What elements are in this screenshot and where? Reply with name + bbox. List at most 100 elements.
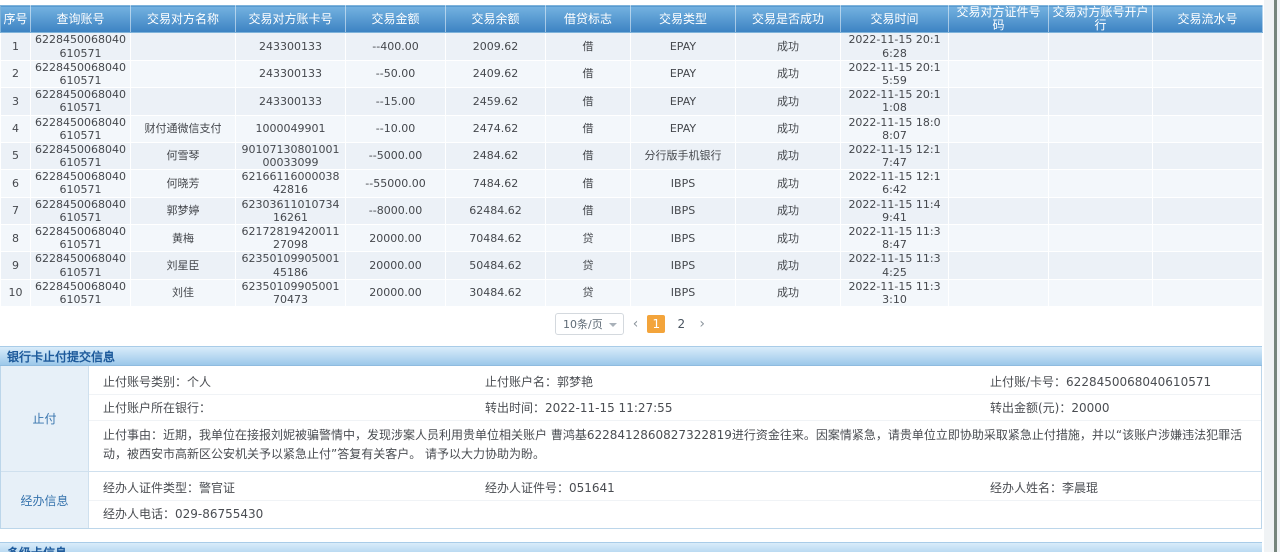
page-1-button[interactable]: 1	[647, 315, 665, 333]
table-cell: 30484.62	[446, 279, 546, 306]
stop-payment-group-label: 止付	[1, 366, 89, 471]
table-cell: 2022-11-15 11:34:25	[841, 252, 949, 279]
table-cell	[1049, 225, 1153, 252]
table-cell: 243300133	[236, 60, 346, 87]
table-cell: 何晓芳	[131, 170, 236, 197]
table-cell: 借	[546, 115, 631, 142]
table-cell	[949, 142, 1049, 169]
table-cell: 成功	[736, 115, 841, 142]
table-cell: 6228450068040610571	[31, 115, 131, 142]
table-cell	[1153, 252, 1263, 279]
table-cell	[1153, 33, 1263, 60]
table-cell: EPAY	[631, 60, 736, 87]
table-cell: 243300133	[236, 88, 346, 115]
table-row[interactable]: 66228450068040610571何晓芳62166116000038428…	[1, 170, 1263, 197]
table-cell: 贷	[546, 252, 631, 279]
stop-payment-page: 序号查询账号交易对方名称交易对方账卡号交易金额交易余额借贷标志交易类型交易是否成…	[0, 0, 1280, 552]
field-account-name: 止付账户名：郭梦艳	[485, 373, 990, 390]
field-bank: 止付账户所在银行：	[103, 399, 485, 416]
table-row[interactable]: 26228450068040610571243300133--50.002409…	[1, 60, 1263, 87]
table-cell	[1153, 142, 1263, 169]
page-size-label: 10条/页	[563, 318, 603, 331]
table-row[interactable]: 86228450068040610571黄梅621728194200112709…	[1, 225, 1263, 252]
table-cell: 4	[1, 115, 31, 142]
right-scrollbar-gutter[interactable]	[1264, 0, 1280, 552]
table-row[interactable]: 76228450068040610571郭梦婷62303611010734162…	[1, 197, 1263, 224]
table-cell	[949, 115, 1049, 142]
table-cell: 借	[546, 33, 631, 60]
table-cell: 2	[1, 60, 31, 87]
table-row[interactable]: 46228450068040610571财付通微信支付1000049901--1…	[1, 115, 1263, 142]
field-transfer-amount: 转出金额(元)：20000	[990, 399, 1261, 416]
table-cell: 9	[1, 252, 31, 279]
table-cell: 2022-11-15 12:17:47	[841, 142, 949, 169]
table-cell	[1153, 197, 1263, 224]
table-cell: 20000.00	[346, 279, 446, 306]
table-cell	[1049, 252, 1153, 279]
table-cell: 8	[1, 225, 31, 252]
table-cell: --15.00	[346, 88, 446, 115]
table-cell: 3	[1, 88, 31, 115]
table-cell: 成功	[736, 279, 841, 306]
table-cell: 2022-11-15 18:08:07	[841, 115, 949, 142]
table-cell: 6228450068040610571	[31, 197, 131, 224]
table-cell: 2474.62	[446, 115, 546, 142]
table-cell: 2459.62	[446, 88, 546, 115]
column-header: 交易时间	[841, 6, 949, 33]
table-cell: 何雪琴	[131, 142, 236, 169]
column-header: 交易余额	[446, 6, 546, 33]
table-cell	[949, 252, 1049, 279]
prev-page-button[interactable]: ‹	[631, 316, 641, 332]
table-cell	[1049, 88, 1153, 115]
table-row[interactable]: 16228450068040610571243300133--400.00200…	[1, 33, 1263, 60]
multilevel-section-title: 多级卡信息	[0, 542, 1262, 552]
column-header: 序号	[1, 6, 31, 33]
table-row[interactable]: 56228450068040610571何雪琴90107130801001000…	[1, 142, 1263, 169]
table-cell: 6228450068040610571	[31, 60, 131, 87]
table-cell	[1153, 279, 1263, 306]
table-cell: 1000049901	[236, 115, 346, 142]
table-cell	[1049, 279, 1153, 306]
table-cell: 刘佳	[131, 279, 236, 306]
page-2-button[interactable]: 2	[672, 315, 690, 333]
table-cell: EPAY	[631, 115, 736, 142]
next-page-button[interactable]: ›	[697, 316, 707, 332]
table-cell: 6228450068040610571	[31, 279, 131, 306]
table-cell: 2022-11-15 20:11:08	[841, 88, 949, 115]
table-cell: IBPS	[631, 225, 736, 252]
table-cell: 2022-11-15 11:49:41	[841, 197, 949, 224]
table-cell	[949, 225, 1049, 252]
table-cell: 刘星臣	[131, 252, 236, 279]
table-cell: --8000.00	[346, 197, 446, 224]
table-cell: 成功	[736, 33, 841, 60]
table-cell	[949, 88, 1049, 115]
table-cell	[1049, 115, 1153, 142]
table-cell: 2022-11-15 20:16:28	[841, 33, 949, 60]
table-cell	[949, 279, 1049, 306]
table-row[interactable]: 106228450068040610571刘佳62350109905001704…	[1, 279, 1263, 306]
table-row[interactable]: 96228450068040610571刘星臣62350109905001451…	[1, 252, 1263, 279]
screen-edge-line	[1274, 0, 1277, 552]
column-header: 查询账号	[31, 6, 131, 33]
table-cell: 成功	[736, 142, 841, 169]
field-operator-phone: 经办人电话：029-86755430	[103, 505, 485, 522]
column-header: 交易对方账卡号	[236, 6, 346, 33]
table-cell: 成功	[736, 197, 841, 224]
table-cell: EPAY	[631, 33, 736, 60]
table-cell: 6228450068040610571	[31, 225, 131, 252]
column-header: 交易流水号	[1153, 6, 1263, 33]
table-row[interactable]: 36228450068040610571243300133--15.002459…	[1, 88, 1263, 115]
field-account-type: 止付账号类别：个人	[103, 373, 485, 390]
table-cell: 2409.62	[446, 60, 546, 87]
table-cell: EPAY	[631, 88, 736, 115]
table-cell: 10	[1, 279, 31, 306]
table-cell: 借	[546, 170, 631, 197]
table-cell: 2022-11-15 12:16:42	[841, 170, 949, 197]
table-cell: 6217281942001127098	[236, 225, 346, 252]
table-cell: 2484.62	[446, 142, 546, 169]
table-cell: 分行版手机银行	[631, 142, 736, 169]
table-cell: 20000.00	[346, 252, 446, 279]
page-size-select[interactable]: 10条/页	[555, 313, 624, 335]
table-cell: 贷	[546, 279, 631, 306]
table-cell: 6228450068040610571	[31, 252, 131, 279]
